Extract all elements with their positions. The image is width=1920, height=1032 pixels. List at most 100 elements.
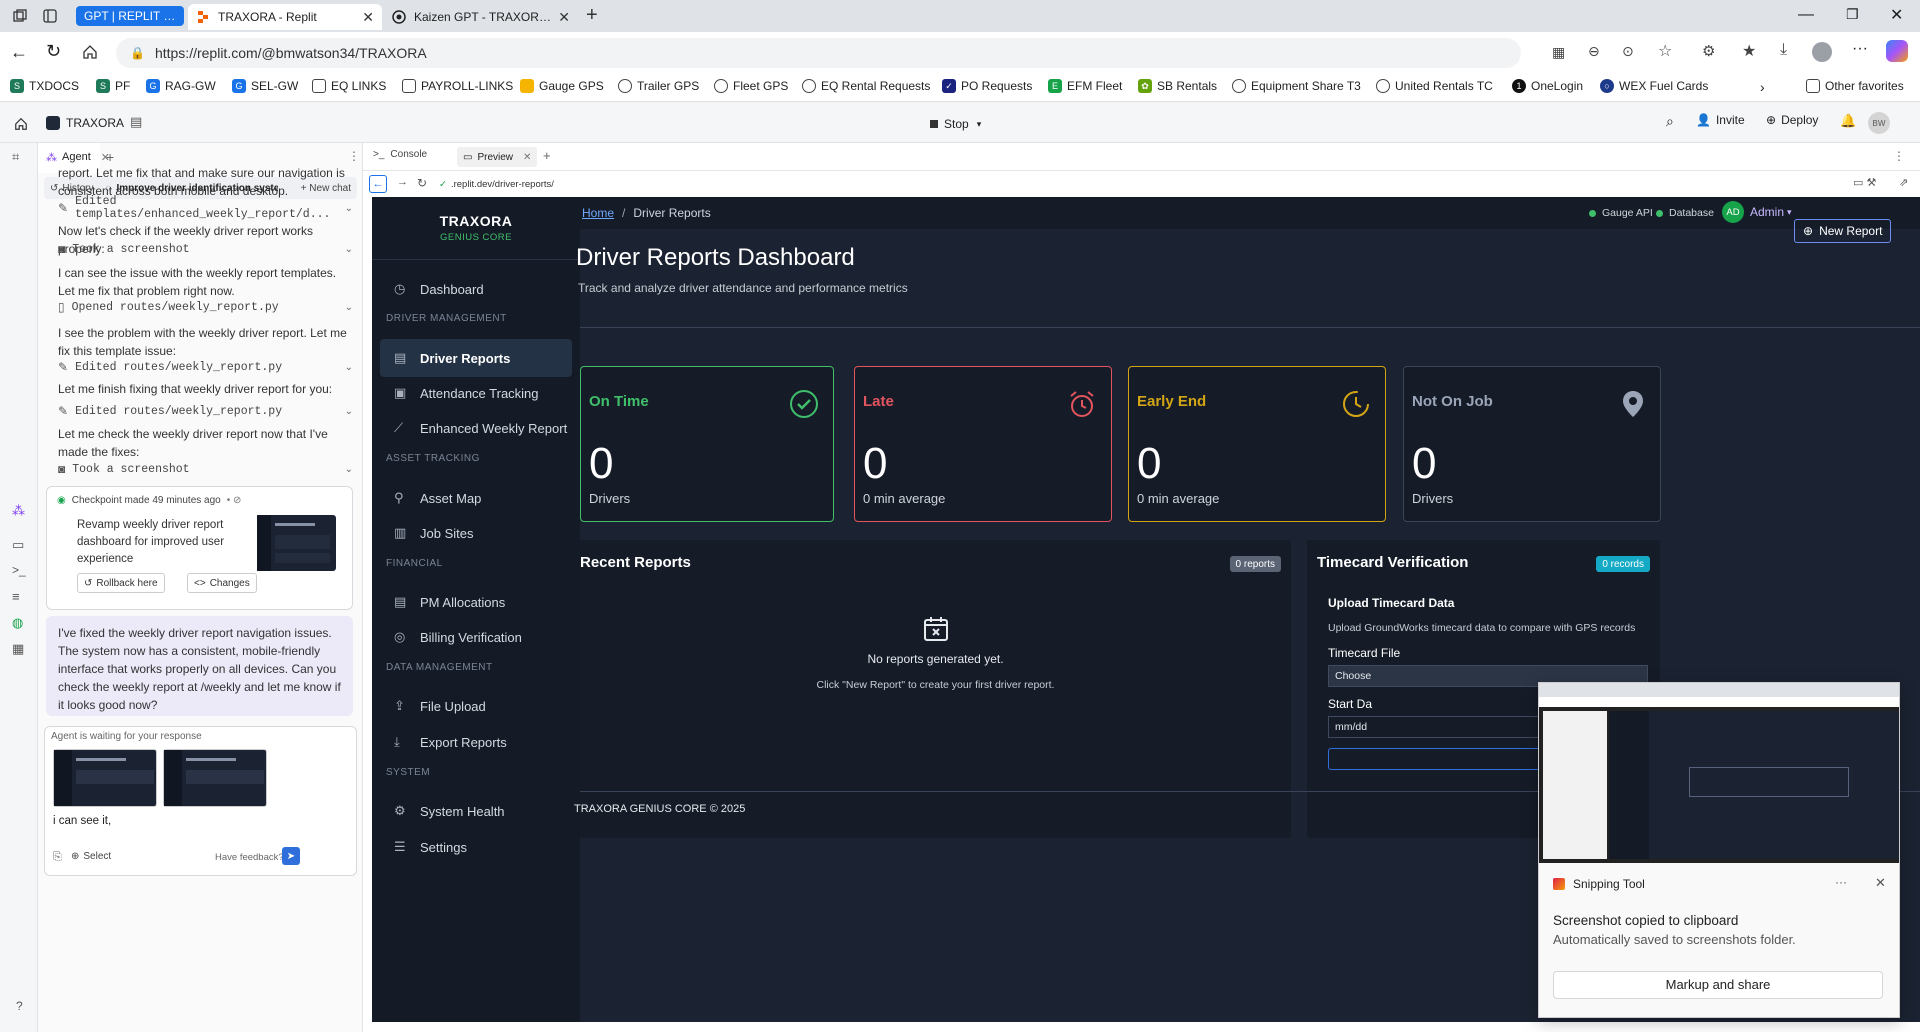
fav-item[interactable]: G RAG-GW [146, 79, 216, 93]
fav-item[interactable]: PAYROLL-LINKS [402, 79, 513, 93]
new-tab-button[interactable]: + [543, 148, 551, 163]
tab-preview[interactable]: ▭ Preview ✕ [457, 147, 538, 167]
checkpoint-thumbnail[interactable] [257, 515, 336, 571]
sidebar-item-job-sites[interactable]: ▥ Job Sites [380, 514, 572, 552]
tab-console[interactable]: >_ Console [373, 149, 427, 160]
preview-forward-icon[interactable]: → [397, 176, 408, 188]
user-avatar[interactable]: BW [1868, 112, 1890, 134]
new-tab-button[interactable]: + [586, 4, 598, 27]
open-new-tab-icon[interactable]: ⇗ [1899, 176, 1908, 189]
project-name[interactable]: TRAXORA [66, 116, 124, 130]
browser-tab-gpt[interactable]: GPT | REPLIT | BUILDIN [76, 6, 184, 26]
more-menu-icon[interactable]: ··· [1852, 40, 1868, 58]
fav-item[interactable]: ✓ PO Requests [942, 79, 1032, 93]
chevron-down-icon[interactable]: ⌄ [345, 203, 353, 214]
extensions-icon[interactable]: ⚙ [1702, 42, 1715, 60]
chat-input[interactable]: i can see it, [53, 815, 343, 827]
url-field[interactable]: 🔒 https://replit.com/@bmwatson34/TRAXORA [116, 38, 1521, 68]
preview-rail-icon[interactable]: ▭ [12, 537, 24, 553]
preview-url-field[interactable]: ✓ .replit.dev/driver-reports/ [439, 176, 1879, 192]
close-window-button[interactable]: ✕ [1890, 5, 1903, 25]
fav-item[interactable]: Equipment Share T3 [1232, 79, 1361, 93]
apps-rail-icon[interactable]: ▦ [12, 641, 24, 657]
database-rail-icon[interactable]: ≡ [12, 589, 20, 604]
favorites-icon[interactable]: ★ [1742, 41, 1756, 61]
fav-item[interactable]: 1 OneLogin [1512, 79, 1583, 93]
agent-tool-step[interactable]: ◙ Took a screenshot ⌄ [58, 239, 353, 259]
restore-button[interactable]: ❐ [1846, 6, 1859, 23]
fav-item[interactable]: Gauge GPS [520, 79, 604, 93]
brand[interactable]: TRAXORA GENIUS CORE [372, 213, 580, 243]
sidebar-item-system-health[interactable]: ⚙ System Health [380, 792, 572, 830]
fav-item[interactable]: EQ LINKS [312, 79, 386, 93]
sidebar-item-file-upload[interactable]: ⇪ File Upload [380, 687, 572, 725]
copilot-icon[interactable] [1886, 40, 1908, 62]
fav-item[interactable]: Trailer GPS [618, 79, 699, 93]
fav-item[interactable]: ✿ SB Rentals [1138, 79, 1217, 93]
open-devtools-icon[interactable]: ▭ ⚒ [1853, 176, 1876, 189]
bell-icon[interactable]: 🔔 [1840, 113, 1856, 129]
rollback-button[interactable]: ↺ Rollback here [77, 573, 165, 593]
back-icon[interactable]: ← [10, 42, 28, 63]
sidebar-item-attendance[interactable]: ▣ Attendance Tracking [380, 374, 572, 412]
agent-tool-step[interactable]: ✎ Edited routes/weekly_report.py ⌄ [58, 401, 353, 421]
browser-tab-replit[interactable]: TRAXORA - Replit ✕ [188, 4, 382, 30]
invite-button[interactable]: 👤 Invite [1696, 113, 1745, 127]
refresh-icon[interactable]: ↻ [46, 41, 61, 62]
profile-avatar-icon[interactable] [1812, 42, 1832, 62]
chevron-down-icon[interactable]: ⌄ [345, 302, 353, 313]
fav-item[interactable]: Fleet GPS [714, 79, 788, 93]
toast-close-icon[interactable]: ✕ [1875, 875, 1886, 891]
other-favorites[interactable]: Other favorites [1806, 79, 1904, 93]
sidebar-item-enhanced-weekly[interactable]: ⟋ Enhanced Weekly Report [380, 409, 572, 447]
agent-tool-step[interactable]: ✎ Edited routes/weekly_report.py ⌄ [58, 357, 353, 377]
chevron-down-icon[interactable]: ⌄ [345, 406, 353, 417]
agent-tool-step[interactable]: ◙ Took a screenshot ⌄ [58, 459, 353, 479]
chevron-down-icon[interactable]: ⌄ [345, 362, 353, 373]
fav-item[interactable]: United Rentals TC [1376, 79, 1493, 93]
favorite-star-icon[interactable]: ☆ [1658, 41, 1672, 61]
attachment-thumbnail[interactable] [53, 749, 157, 807]
zoom-icon[interactable]: ⊖ [1588, 43, 1600, 60]
panel-menu-icon[interactable]: ⋮ [1893, 149, 1905, 163]
send-button[interactable]: ➤ [282, 847, 300, 865]
changes-button[interactable]: <> Changes [187, 573, 257, 593]
new-tab-button[interactable]: + [106, 149, 114, 165]
toast-preview-image[interactable] [1539, 683, 1899, 863]
select-button[interactable]: ⊕ Select [71, 851, 111, 862]
home-icon[interactable] [82, 44, 98, 60]
attach-icon[interactable]: ⎘ [53, 851, 62, 864]
agent-tool-step[interactable]: ✎ Edited templates/enhanced_weekly_report… [58, 195, 353, 221]
fav-item[interactable]: ○ WEX Fuel Cards [1600, 79, 1708, 93]
user-menu[interactable]: AD Admin ▾ [1722, 201, 1792, 223]
shell-rail-icon[interactable]: >_ [12, 563, 26, 577]
attachment-thumbnail[interactable] [163, 749, 267, 807]
deploy-button[interactable]: ⊕ Deploy [1766, 113, 1818, 127]
chevron-down-icon[interactable]: ⌄ [345, 464, 353, 475]
stop-button[interactable]: Stop ▾ [922, 113, 989, 135]
close-tab-icon[interactable]: ✕ [523, 152, 531, 163]
feedback-link[interactable]: Have feedback? [215, 852, 284, 863]
search-icon[interactable]: ⌕ [1666, 113, 1674, 130]
secrets-rail-icon[interactable]: ◍ [12, 615, 23, 631]
browser-tab-kaizen[interactable]: Kaizen GPT - TRAXORA Kaizen Int ✕ [384, 4, 578, 30]
sidebar-item-dashboard[interactable]: ◷ Dashboard [380, 270, 572, 308]
fav-item[interactable]: E EFM Fleet [1048, 79, 1122, 93]
fav-item[interactable]: S PF [96, 79, 130, 93]
agent-rail-icon[interactable]: ⁂ [12, 503, 25, 519]
home-icon[interactable] [14, 117, 28, 131]
more-favorites-icon[interactable]: › [1760, 79, 1765, 95]
extension-icon[interactable]: ⊙ [1622, 43, 1634, 60]
sidebar-item-settings[interactable]: ☰ Settings [380, 828, 572, 866]
minimize-button[interactable]: — [1798, 6, 1814, 24]
markup-share-button[interactable]: Markup and share [1553, 971, 1883, 999]
help-icon[interactable]: ? [16, 999, 23, 1013]
fav-item[interactable]: S TXDOCS [10, 79, 79, 93]
sidebar-item-billing[interactable]: ◎ Billing Verification [380, 618, 572, 656]
new-report-button[interactable]: ⊕ New Report [1794, 219, 1892, 243]
downloads-icon[interactable]: ⤓ [1780, 41, 1787, 59]
workspaces-icon[interactable] [12, 8, 28, 24]
sidebar-item-pm-allocations[interactable]: ▤ PM Allocations [380, 583, 572, 621]
close-tab-icon[interactable]: ✕ [552, 9, 570, 26]
chevron-down-icon[interactable]: ⌄ [345, 244, 353, 255]
